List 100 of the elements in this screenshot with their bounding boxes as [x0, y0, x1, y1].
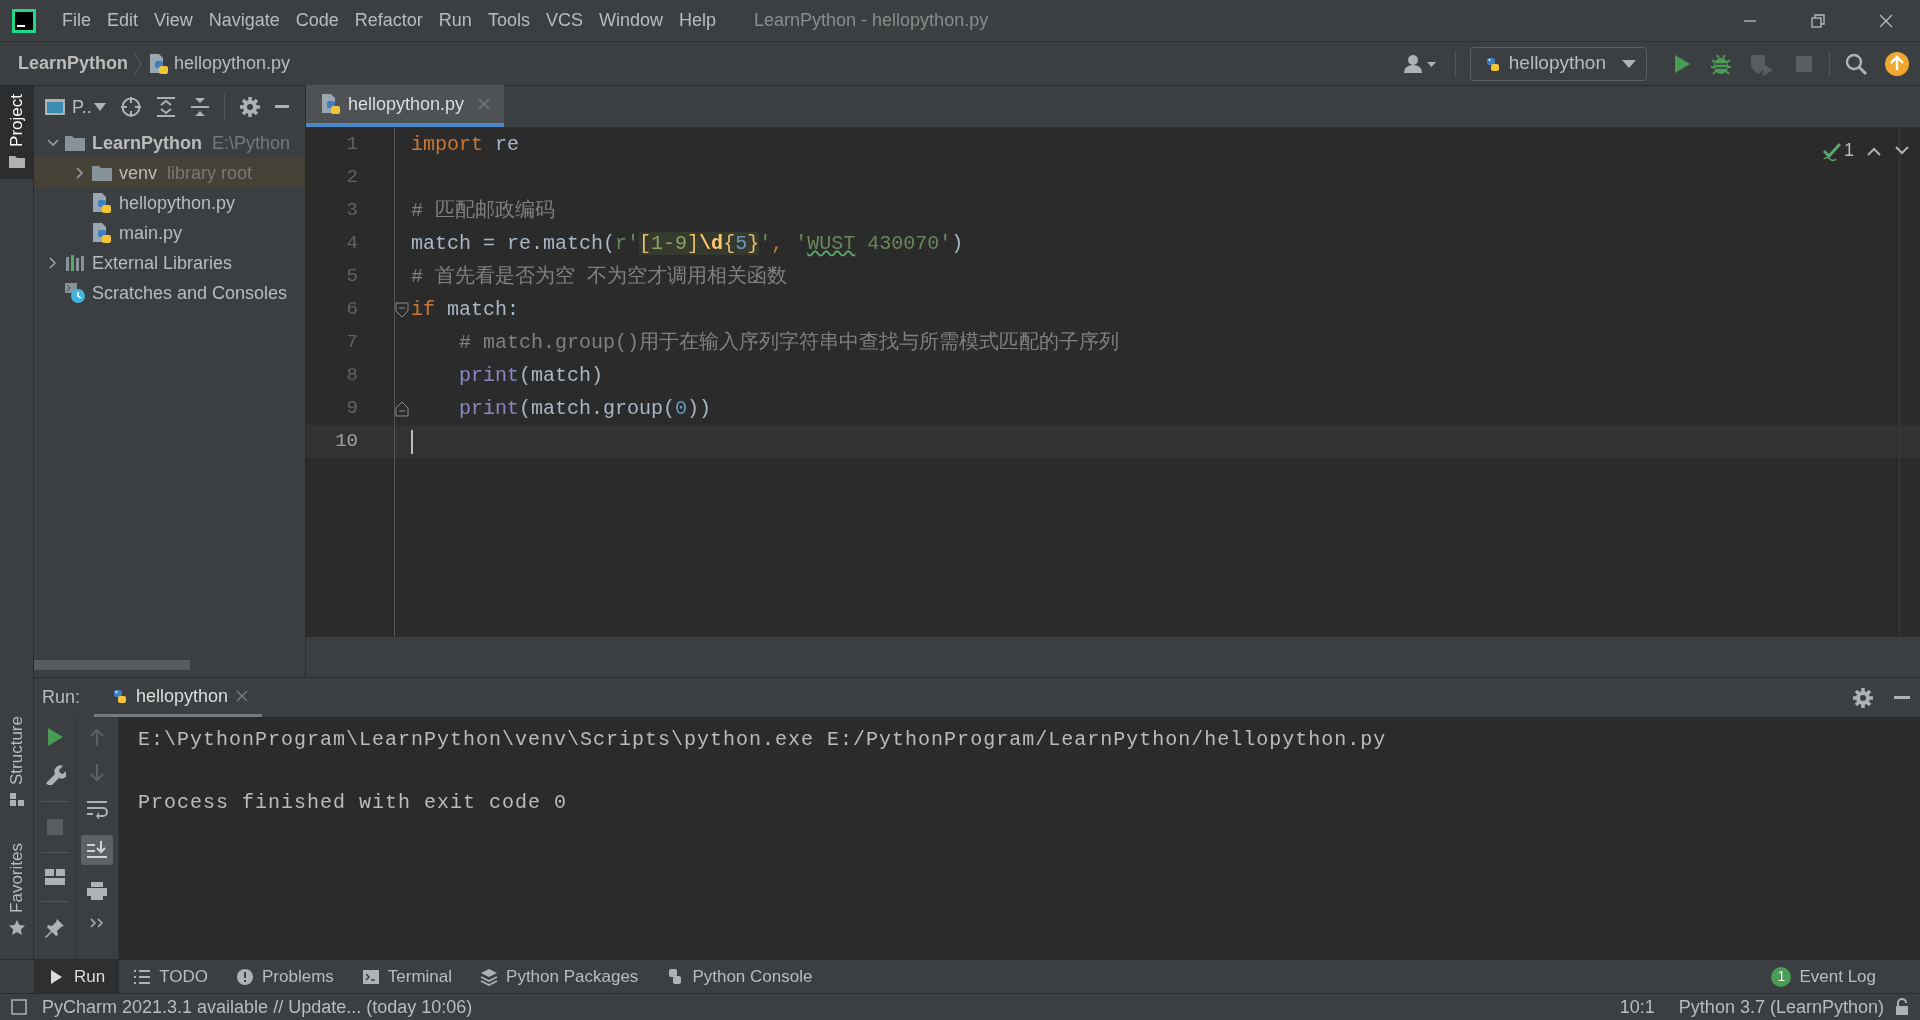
menu-item[interactable]: Run — [430, 7, 480, 34]
tree-item[interactable]: hellopython.py — [34, 188, 305, 218]
console-output-line: Process finished with exit code 0 — [138, 790, 569, 816]
search-icon[interactable] — [1844, 51, 1868, 76]
notification-count: 1 — [1771, 966, 1792, 987]
tree-item[interactable]: Scratches and Consoles — [34, 278, 305, 308]
app-logo-icon — [12, 8, 36, 33]
panel-label: Run: — [42, 686, 81, 709]
panel-toggle-icon[interactable] — [10, 998, 28, 1016]
code-line: if match: — [411, 296, 520, 323]
window-title: LearnPython - hellopython.py — [754, 9, 989, 32]
lock-icon[interactable] — [1894, 998, 1910, 1016]
interpreter-selector[interactable]: Python 3.7 (LearnPython) — [1678, 993, 1884, 1020]
exclamation-icon — [236, 967, 254, 986]
menu-item[interactable]: Code — [287, 7, 347, 34]
line-number: 10 — [334, 429, 358, 455]
code-line: print(match.group(0)) — [458, 395, 712, 422]
folder-icon — [91, 163, 113, 183]
menu-item[interactable]: Help — [670, 7, 724, 34]
code-line: print(match) — [458, 362, 604, 389]
minimize-icon[interactable] — [274, 105, 289, 109]
code-line: # match.group()用于在输入序列字符串中查找与所需模式匹配的子序列 — [458, 329, 1120, 356]
event-log-button[interactable]: 1 Event Log — [1771, 963, 1876, 990]
tool-window-button[interactable]: Terminal — [347, 959, 467, 994]
tool-window-button[interactable]: TODO — [119, 959, 222, 994]
breadcrumb-separator-icon — [132, 51, 144, 76]
tool-window-tab[interactable]: Project — [0, 86, 33, 179]
collapse-all-icon[interactable] — [189, 96, 210, 118]
menu-item[interactable]: VCS — [537, 7, 591, 34]
menu-item[interactable]: Navigate — [200, 7, 288, 34]
layout-icon[interactable] — [44, 869, 65, 885]
tree-item[interactable]: main.py — [34, 218, 305, 248]
user-dropdown-icon[interactable] — [1402, 52, 1437, 75]
line-number: 6 — [345, 297, 358, 323]
tree-item[interactable]: External Libraries — [34, 248, 305, 278]
python-file-icon — [148, 52, 170, 75]
inspection-indicator[interactable]: 1 — [1822, 137, 1854, 164]
scratches-clock-icon — [64, 282, 86, 304]
scrollbar-thumb[interactable] — [34, 660, 190, 670]
line-number: 5 — [345, 264, 358, 290]
close-icon[interactable] — [1878, 12, 1894, 29]
more-chevrons-icon[interactable] — [89, 917, 105, 929]
menu-item[interactable]: Tools — [479, 7, 538, 34]
code-line: match = re.match(r'[1-9]\d{5}', 'WUST 430070') — [411, 230, 964, 257]
run-configuration-dropdown[interactable]: hellopython — [1469, 46, 1647, 81]
libraries-icon — [64, 253, 86, 273]
menu-item[interactable]: Refactor — [346, 7, 431, 34]
tree-item[interactable]: LearnPython E:\Python — [34, 128, 305, 158]
locate-icon[interactable] — [119, 96, 142, 118]
editor-tab[interactable]: hellopython.py — [306, 85, 505, 127]
pin-icon[interactable] — [44, 918, 65, 938]
list-icon — [133, 967, 152, 986]
scroll-to-end-button[interactable] — [81, 835, 113, 865]
breadcrumb[interactable]: LearnPython — [18, 50, 128, 77]
python-file-icon — [320, 93, 342, 115]
close-icon[interactable] — [236, 690, 249, 702]
line-number: 9 — [345, 396, 358, 422]
line-number: 4 — [345, 231, 358, 257]
expand-all-icon[interactable] — [155, 96, 176, 118]
code-line: import re — [411, 131, 520, 158]
scroll-to-end-icon — [86, 840, 108, 860]
python-file-icon — [91, 222, 113, 244]
line-number: 1 — [345, 132, 358, 158]
caret-icon — [93, 103, 106, 111]
settings-icon[interactable] — [1852, 686, 1874, 709]
tool-window-button[interactable]: Problems — [222, 959, 348, 994]
menu-item[interactable]: View — [146, 7, 201, 34]
tool-window-button[interactable]: Run — [34, 959, 120, 994]
check-icon — [1822, 140, 1842, 161]
fold-end-icon[interactable] — [395, 400, 409, 417]
tool-window-button[interactable]: Python Console — [652, 959, 827, 994]
console-output-line: E:\PythonProgram\LearnPython\venv\Scripts\python.exe E:/PythonProgram/LearnPython/hellopython.py — [138, 727, 1388, 753]
code-line: # 匹配邮政编码 — [411, 197, 555, 224]
soft-wrap-icon[interactable] — [86, 799, 108, 819]
window-icon — [44, 97, 66, 117]
breadcrumb[interactable]: hellopython.py — [174, 50, 291, 77]
terminal-icon — [361, 967, 380, 986]
status-message[interactable]: PyCharm 2021.3.1 available // Update... (today 10:06) — [42, 993, 473, 1020]
menu-item[interactable]: Window — [590, 7, 671, 34]
python-file-icon — [91, 192, 113, 214]
line-number: 7 — [345, 330, 358, 356]
caret-position[interactable]: 10:1 — [1619, 993, 1655, 1020]
menu-item[interactable]: Edit — [99, 7, 147, 34]
tool-window-tab[interactable]: Favorites — [0, 835, 33, 945]
settings-icon[interactable] — [238, 96, 261, 118]
tool-window-tab[interactable]: Structure — [0, 708, 33, 818]
folder-icon — [64, 133, 86, 153]
line-number: 2 — [345, 165, 358, 191]
caret-icon — [1622, 58, 1636, 69]
fold-start-icon[interactable] — [395, 301, 409, 318]
tool-window-button[interactable]: Python Packages — [466, 959, 653, 994]
layers-icon — [480, 967, 499, 986]
restore-icon[interactable] — [1810, 12, 1826, 29]
print-icon[interactable] — [86, 881, 108, 901]
star-icon — [7, 919, 26, 937]
menu-item[interactable]: File — [54, 7, 99, 34]
chevron-down-icon[interactable] — [1894, 144, 1910, 157]
code-line: # 首先看是否为空 不为空才调用相关函数 — [411, 263, 787, 290]
minimize-icon[interactable] — [1894, 695, 1910, 700]
project-view-dropdown[interactable]: P.. — [44, 93, 106, 121]
